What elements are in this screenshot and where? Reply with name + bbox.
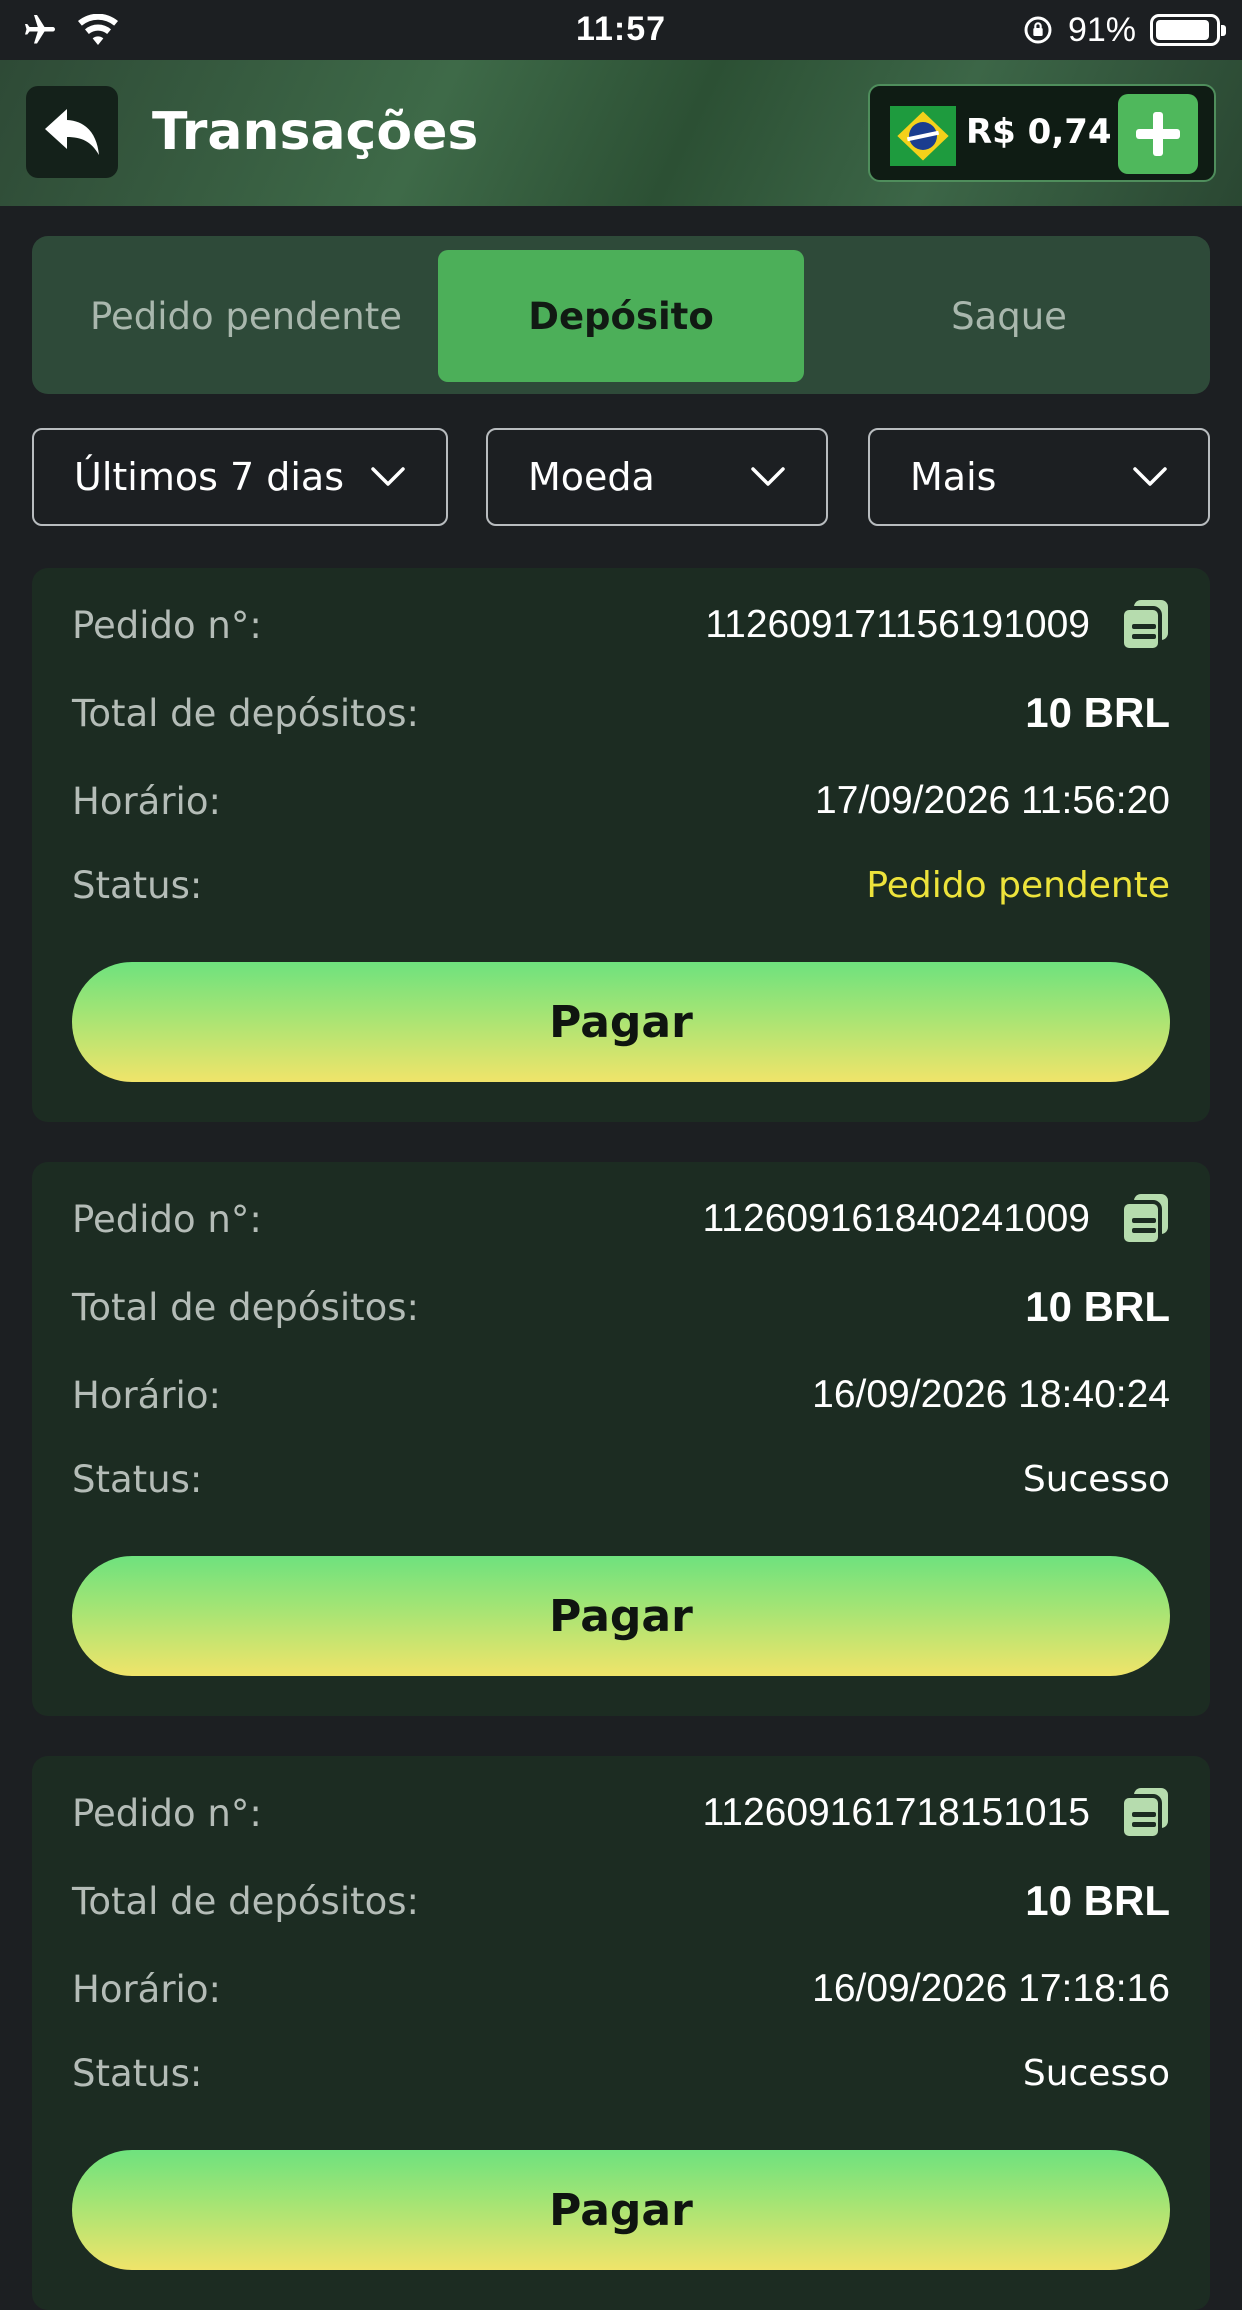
pay-button[interactable]: Pagar <box>72 1556 1170 1676</box>
deposit-total-label: Total de depósitos: <box>72 691 420 735</box>
tab-deposit[interactable]: Depósito <box>438 250 804 382</box>
brazil-flag-icon[interactable] <box>890 106 956 166</box>
order-number-row: Pedido n°: 112609161718151015 <box>72 1783 1170 1843</box>
status-bar-right: 91% <box>1022 10 1226 50</box>
chevron-down-icon <box>1133 467 1167 486</box>
status-label: Status: <box>72 2051 203 2095</box>
transaction-card: Pedido n°: 112609161840241009 Total de d… <box>32 1162 1210 1716</box>
order-number-value: 112609161718151015 <box>702 1786 1170 1840</box>
status-label: Status: <box>72 863 203 907</box>
status-bar: 11:57 91% <box>0 0 1242 60</box>
deposit-add-button[interactable] <box>1118 94 1198 174</box>
time-value: 16/09/2026 17:18:16 <box>812 1967 1170 2010</box>
deposit-total-row: Total de depósitos: 10 BRL <box>72 1277 1170 1337</box>
balance-amount: R$ 0,74 <box>966 112 1112 152</box>
deposit-total-label: Total de depósitos: <box>72 1285 420 1329</box>
copy-icon[interactable] <box>1120 1786 1170 1840</box>
plus-icon <box>1136 112 1180 156</box>
currency-filter-label: Moeda <box>528 455 655 499</box>
deposit-total-value: 10 BRL <box>1025 1877 1170 1924</box>
orientation-lock-icon <box>1024 16 1052 44</box>
order-number-value: 112609161840241009 <box>702 1192 1170 1246</box>
time-value: 16/09/2026 18:40:24 <box>812 1373 1170 1416</box>
order-number-text: 112609171156191009 <box>705 603 1090 646</box>
status-label: Status: <box>72 1457 203 1501</box>
order-number-row: Pedido n°: 112609161840241009 <box>72 1189 1170 1249</box>
transaction-tabs: Pedido pendente Depósito Saque <box>32 236 1210 394</box>
status-row: Status: Pedido pendente <box>72 855 1170 915</box>
transaction-card: Pedido n°: 112609171156191009 Total de d… <box>32 568 1210 1122</box>
back-arrow-icon <box>45 109 99 155</box>
time-row: Horário: 16/09/2026 17:18:16 <box>72 1959 1170 2019</box>
time-value: 17/09/2026 11:56:20 <box>815 779 1170 822</box>
transaction-card: Pedido n°: 112609161718151015 Total de d… <box>32 1756 1210 2310</box>
status-value: Sucesso <box>1022 2052 1170 2094</box>
status-value: Pedido pendente <box>866 864 1170 906</box>
order-number-text: 112609161718151015 <box>702 1791 1090 1834</box>
order-number-text: 112609161840241009 <box>702 1197 1090 1240</box>
copy-icon[interactable] <box>1120 598 1170 652</box>
battery-icon <box>1150 14 1226 46</box>
deposit-total-value: 10 BRL <box>1025 1283 1170 1330</box>
currency-filter-dropdown[interactable]: Moeda <box>486 428 828 526</box>
tab-withdraw[interactable]: Saque <box>822 250 1196 382</box>
back-button[interactable] <box>26 86 118 178</box>
app-header: Transações R$ 0,74 <box>0 60 1242 206</box>
page-title: Transações <box>152 102 479 162</box>
order-number-row: Pedido n°: 112609171156191009 <box>72 595 1170 655</box>
time-label: Horário: <box>72 1373 221 1417</box>
deposit-total-row: Total de depósitos: 10 BRL <box>72 683 1170 743</box>
order-number-label: Pedido n°: <box>72 1197 262 1241</box>
status-row: Status: Sucesso <box>72 1449 1170 1509</box>
battery-percent: 91% <box>1067 10 1136 49</box>
deposit-total-value: 10 BRL <box>1025 689 1170 736</box>
time-label: Horário: <box>72 779 221 823</box>
chevron-down-icon <box>751 467 785 486</box>
status-row: Status: Sucesso <box>72 2043 1170 2103</box>
more-filter-label: Mais <box>910 455 997 499</box>
order-number-label: Pedido n°: <box>72 603 262 647</box>
tab-pending-order[interactable]: Pedido pendente <box>46 250 446 382</box>
deposit-total-label: Total de depósitos: <box>72 1879 420 1923</box>
order-number-label: Pedido n°: <box>72 1791 262 1835</box>
time-row: Horário: 16/09/2026 18:40:24 <box>72 1365 1170 1425</box>
time-row: Horário: 17/09/2026 11:56:20 <box>72 771 1170 831</box>
copy-icon[interactable] <box>1120 1192 1170 1246</box>
pay-button[interactable]: Pagar <box>72 2150 1170 2270</box>
deposit-total-row: Total de depósitos: 10 BRL <box>72 1871 1170 1931</box>
status-value: Sucesso <box>1022 1458 1170 1500</box>
wallet-balance: R$ 0,74 <box>868 84 1216 182</box>
chevron-down-icon <box>371 467 405 486</box>
more-filter-dropdown[interactable]: Mais <box>868 428 1210 526</box>
period-filter-label: Últimos 7 dias <box>74 455 344 499</box>
pay-button[interactable]: Pagar <box>72 962 1170 1082</box>
period-filter-dropdown[interactable]: Últimos 7 dias <box>32 428 448 526</box>
order-number-value: 112609171156191009 <box>705 598 1170 652</box>
time-label: Horário: <box>72 1967 221 2011</box>
